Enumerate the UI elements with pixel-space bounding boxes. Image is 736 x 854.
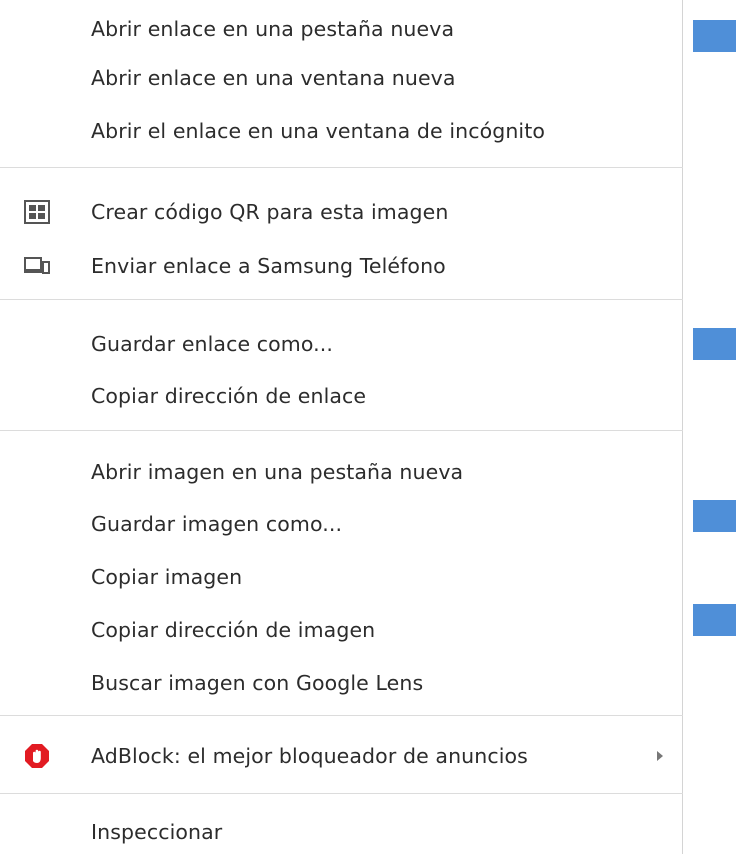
menu-item-save-link-as[interactable]: Guardar enlace como... (0, 322, 682, 366)
menu-item-label: Copiar imagen (91, 565, 243, 589)
menu-item-label: Copiar dirección de imagen (91, 618, 376, 642)
menu-item-label: Copiar dirección de enlace (91, 384, 367, 408)
menu-item-label: AdBlock: el mejor bloqueador de anuncios (91, 744, 528, 768)
menu-item-copy-image-address[interactable]: Copiar dirección de imagen (0, 608, 682, 652)
menu-item-label: Guardar enlace como... (91, 332, 334, 356)
menu-item-label: Abrir el enlace en una ventana de incógn… (91, 119, 546, 143)
page-blue-block (693, 20, 736, 52)
menu-item-label: Buscar imagen con Google Lens (91, 671, 424, 695)
menu-item-create-qr-code[interactable]: Crear código QR para esta imagen (0, 190, 682, 234)
send-to-device-icon (24, 253, 50, 279)
menu-separator (0, 167, 683, 168)
menu-item-open-link-new-window[interactable]: Abrir enlace en una ventana nueva (0, 56, 682, 100)
menu-item-label: Abrir enlace en una ventana nueva (91, 66, 456, 90)
menu-item-label: Guardar imagen como... (91, 512, 343, 536)
page-blue-block (693, 500, 736, 532)
menu-item-label: Inspeccionar (91, 820, 223, 844)
menu-item-search-image-google-lens[interactable]: Buscar imagen con Google Lens (0, 661, 682, 705)
page-blue-block (693, 604, 736, 636)
submenu-arrow-icon (657, 751, 663, 761)
menu-item-send-link-to-device[interactable]: Enviar enlace a Samsung Teléfono (0, 244, 682, 288)
menu-item-label: Crear código QR para esta imagen (91, 200, 449, 224)
screen: Abrir enlace en una pestaña nueva Abrir … (0, 0, 736, 854)
menu-item-copy-image[interactable]: Copiar imagen (0, 555, 682, 599)
menu-item-open-image-new-tab[interactable]: Abrir imagen en una pestaña nueva (0, 450, 682, 494)
menu-item-open-link-new-tab[interactable]: Abrir enlace en una pestaña nueva (0, 7, 682, 51)
adblock-hand-icon (24, 743, 50, 769)
menu-separator (0, 715, 683, 716)
menu-item-inspect[interactable]: Inspeccionar (0, 810, 682, 854)
page-blue-block (693, 328, 736, 360)
menu-item-label: Abrir imagen en una pestaña nueva (91, 460, 464, 484)
menu-item-label: Enviar enlace a Samsung Teléfono (91, 254, 446, 278)
qr-code-icon (24, 199, 50, 225)
menu-item-open-link-incognito[interactable]: Abrir el enlace en una ventana de incógn… (0, 109, 682, 153)
menu-item-copy-link-address[interactable]: Copiar dirección de enlace (0, 374, 682, 418)
menu-separator (0, 793, 683, 794)
menu-item-adblock[interactable]: AdBlock: el mejor bloqueador de anuncios (0, 734, 682, 778)
context-menu: Abrir enlace en una pestaña nueva Abrir … (0, 0, 683, 854)
menu-item-label: Abrir enlace en una pestaña nueva (91, 17, 455, 41)
menu-separator (0, 430, 683, 431)
underlying-page (684, 0, 736, 854)
menu-item-save-image-as[interactable]: Guardar imagen como... (0, 502, 682, 546)
menu-separator (0, 299, 683, 300)
